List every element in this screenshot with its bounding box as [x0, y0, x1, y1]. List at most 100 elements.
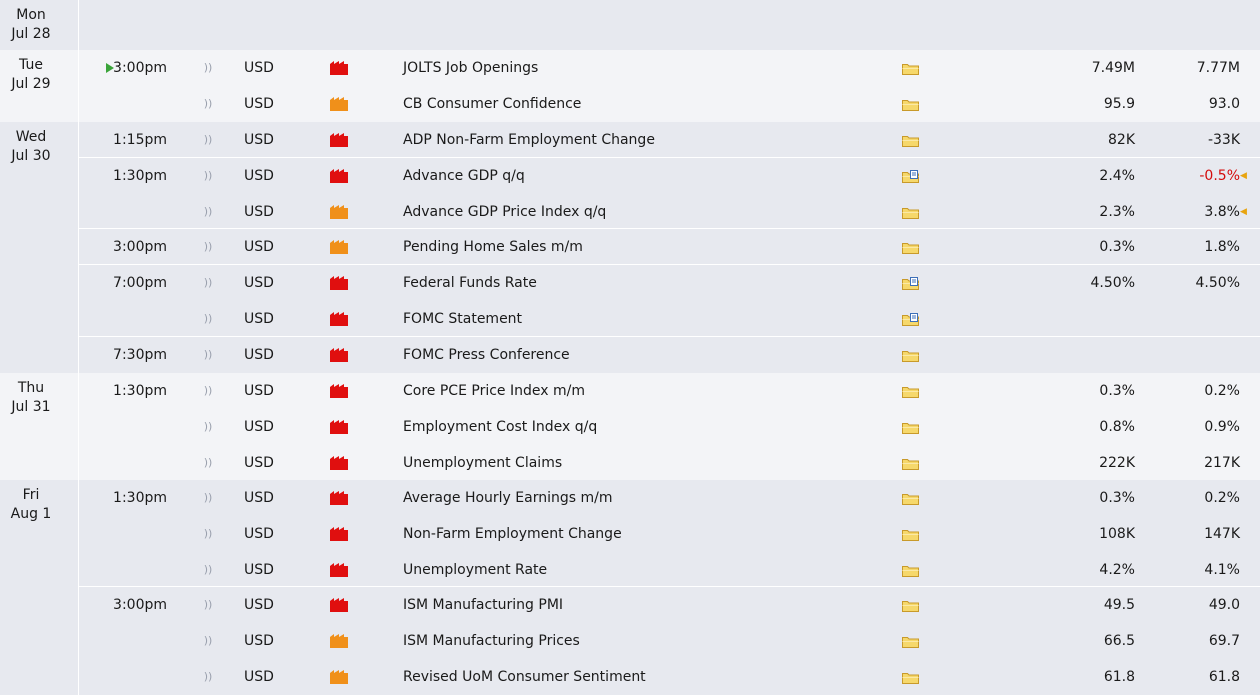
detail-folder-icon[interactable] — [902, 528, 919, 541]
event-title[interactable]: Advance GDP Price Index q/q — [403, 194, 606, 230]
event-row[interactable]: )) USD Unemployment Rate 4.2% 4.1% — [0, 552, 1260, 588]
sound-alert-icon[interactable]: )) — [201, 229, 215, 265]
event-currency: USD — [244, 455, 274, 471]
event-row[interactable]: 1:30pm)) USD Average Hourly Earnings m/m 0.… — [0, 480, 1260, 516]
revised-indicator-icon[interactable]: ◀ — [1240, 158, 1247, 194]
event-title[interactable]: JOLTS Job Openings — [403, 50, 538, 86]
impact-high-icon[interactable] — [330, 348, 348, 362]
impact-medium-icon[interactable] — [330, 634, 348, 648]
event-title[interactable]: Non-Farm Employment Change — [403, 516, 622, 552]
detail-folder-doc-icon[interactable] — [902, 277, 919, 290]
detail-folder-icon[interactable] — [902, 241, 919, 254]
event-title[interactable]: Federal Funds Rate — [403, 265, 537, 301]
event-title[interactable]: Unemployment Claims — [403, 445, 562, 481]
detail-folder-icon[interactable] — [902, 62, 919, 75]
impact-high-icon[interactable] — [330, 563, 348, 577]
event-row[interactable]: 1:15pm)) USD ADP Non-Farm Employment Chang… — [0, 122, 1260, 158]
event-row[interactable]: 1:30pm)) USD Core PCE Price Index m/m 0.3% 0… — [0, 373, 1260, 409]
impact-high-icon[interactable] — [330, 527, 348, 541]
sound-alert-icon[interactable]: )) — [201, 409, 215, 445]
impact-high-icon[interactable] — [330, 61, 348, 75]
sound-alert-icon[interactable]: )) — [201, 86, 215, 122]
impact-medium-icon[interactable] — [330, 97, 348, 111]
detail-folder-icon[interactable] — [902, 457, 919, 470]
detail-folder-icon[interactable] — [902, 599, 919, 612]
event-row[interactable]: 3:00pm)) USD Pending Home Sales m/m 0.3% 1.8… — [0, 228, 1260, 265]
event-title[interactable]: Average Hourly Earnings m/m — [403, 480, 612, 516]
event-title[interactable]: Unemployment Rate — [403, 552, 547, 588]
event-row[interactable]: )) USD Employment Cost Index q/q 0.8% 0.9% — [0, 409, 1260, 445]
impact-high-icon[interactable] — [330, 384, 348, 398]
event-time: 3:00pm — [113, 60, 167, 76]
detail-folder-icon[interactable] — [902, 349, 919, 362]
sound-alert-icon[interactable]: )) — [201, 480, 215, 516]
detail-folder-icon[interactable] — [902, 421, 919, 434]
event-row[interactable]: 7:00pm)) USD Federal Funds Rate 4.50% 4.50% — [0, 264, 1260, 301]
event-row[interactable]: )) USD ISM Manufacturing Prices 66.5 69.7 — [0, 623, 1260, 659]
impact-medium-icon[interactable] — [330, 240, 348, 254]
event-title[interactable]: ADP Non-Farm Employment Change — [403, 122, 655, 158]
event-title[interactable]: Advance GDP q/q — [403, 158, 525, 194]
sound-alert-icon[interactable]: )) — [201, 516, 215, 552]
detail-folder-icon[interactable] — [902, 98, 919, 111]
event-title[interactable]: FOMC Statement — [403, 301, 522, 337]
event-title[interactable]: ISM Manufacturing PMI — [403, 587, 563, 623]
impact-high-icon[interactable] — [330, 312, 348, 326]
detail-folder-icon[interactable] — [902, 671, 919, 684]
impact-high-icon[interactable] — [330, 456, 348, 470]
impact-medium-icon[interactable] — [330, 205, 348, 219]
detail-folder-icon[interactable] — [902, 564, 919, 577]
economic-calendar: Mon Jul 28 Tue Jul 29 3:00pm)) USD JOLTS Job O… — [0, 0, 1260, 695]
revised-indicator-icon[interactable]: ◀ — [1240, 194, 1247, 230]
event-row[interactable]: 3:00pm)) USD JOLTS Job Openings 7.49M 7.77M — [0, 50, 1260, 86]
column-divider — [78, 0, 79, 50]
sound-alert-icon[interactable]: )) — [201, 373, 215, 409]
event-row[interactable]: 7:30pm)) USD FOMC Press Conference — [0, 336, 1260, 373]
detail-folder-doc-icon[interactable] — [902, 170, 919, 183]
detail-folder-icon[interactable] — [902, 385, 919, 398]
impact-high-icon[interactable] — [330, 133, 348, 147]
event-row[interactable]: 1:30pm)) USD Advance GDP q/q 2.4% -0.5% ◀ — [0, 157, 1260, 194]
event-row[interactable]: 3:00pm)) USD ISM Manufacturing PMI 49.5 49.0 — [0, 586, 1260, 623]
detail-folder-doc-icon[interactable] — [902, 313, 919, 326]
event-title[interactable]: Revised UoM Consumer Sentiment — [403, 659, 646, 695]
impact-high-icon[interactable] — [330, 491, 348, 505]
sound-alert-icon[interactable]: )) — [201, 445, 215, 481]
impact-high-icon[interactable] — [330, 276, 348, 290]
sound-alert-icon[interactable]: )) — [201, 265, 215, 301]
event-title[interactable]: Core PCE Price Index m/m — [403, 373, 585, 409]
event-currency: USD — [244, 311, 274, 327]
impact-medium-icon[interactable] — [330, 670, 348, 684]
sound-alert-icon[interactable]: )) — [201, 301, 215, 337]
impact-high-icon[interactable] — [330, 420, 348, 434]
sound-alert-icon[interactable]: )) — [201, 194, 215, 230]
event-title[interactable]: ISM Manufacturing Prices — [403, 623, 580, 659]
event-time: 3:00pm — [113, 239, 167, 255]
detail-folder-icon[interactable] — [902, 635, 919, 648]
event-row[interactable]: )) USD Revised UoM Consumer Sentiment 61.8 6… — [0, 659, 1260, 695]
impact-high-icon[interactable] — [330, 169, 348, 183]
detail-folder-icon[interactable] — [902, 492, 919, 505]
detail-folder-icon[interactable] — [902, 206, 919, 219]
event-row[interactable]: )) USD FOMC Statement — [0, 301, 1260, 337]
event-row[interactable]: )) USD Unemployment Claims 222K 217K — [0, 445, 1260, 481]
impact-high-icon[interactable] — [330, 598, 348, 612]
sound-alert-icon[interactable]: )) — [201, 659, 215, 695]
sound-alert-icon[interactable]: )) — [201, 587, 215, 623]
sound-alert-icon[interactable]: )) — [201, 337, 215, 373]
sound-alert-icon[interactable]: )) — [201, 623, 215, 659]
event-title[interactable]: FOMC Press Conference — [403, 337, 570, 373]
sound-alert-icon[interactable]: )) — [201, 158, 215, 194]
sound-alert-icon[interactable]: )) — [201, 552, 215, 588]
sound-alert-icon[interactable]: )) — [201, 122, 215, 158]
event-row[interactable]: )) USD Non-Farm Employment Change 108K 147K — [0, 516, 1260, 552]
event-title[interactable]: Pending Home Sales m/m — [403, 229, 583, 265]
event-row[interactable]: )) USD CB Consumer Confidence 95.9 93.0 — [0, 86, 1260, 122]
sound-alert-icon[interactable]: )) — [201, 50, 215, 86]
event-title[interactable]: Employment Cost Index q/q — [403, 409, 597, 445]
event-time — [100, 623, 167, 659]
detail-folder-icon[interactable] — [902, 134, 919, 147]
event-row[interactable]: )) USD Advance GDP Price Index q/q 2.3% 3.8%… — [0, 194, 1260, 230]
event-currency: USD — [244, 562, 274, 578]
event-title[interactable]: CB Consumer Confidence — [403, 86, 581, 122]
